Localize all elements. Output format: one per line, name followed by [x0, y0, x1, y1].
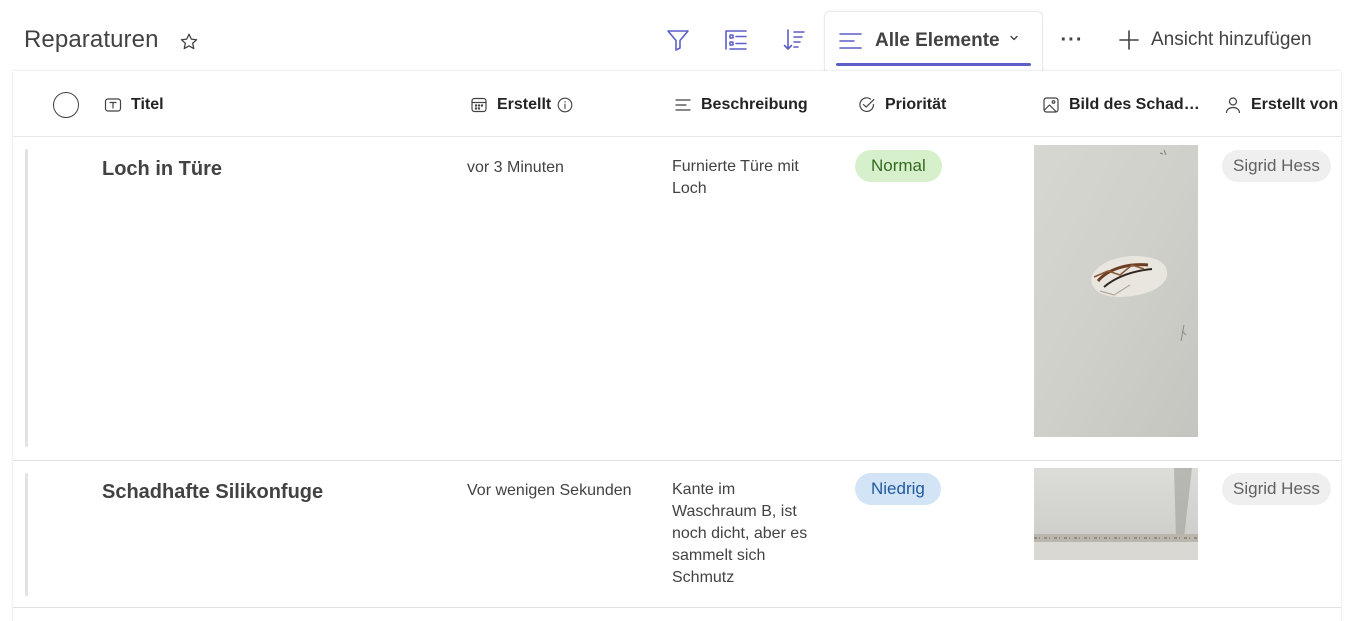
- more-options-button[interactable]: ···: [1058, 26, 1086, 54]
- item-description: Furnierte Türe mit Loch: [672, 158, 799, 197]
- text-field-icon: [104, 98, 122, 112]
- priority-badge: Normal: [855, 150, 942, 182]
- select-all-checkbox[interactable]: [53, 92, 79, 118]
- group-by-icon[interactable]: [722, 26, 750, 54]
- plus-icon: [1119, 30, 1139, 50]
- column-header-erstellt-von[interactable]: Erstellt von: [1224, 95, 1338, 115]
- add-view-label: Ansicht hinzufügen: [1151, 29, 1312, 50]
- column-label: Beschreibung: [701, 96, 808, 113]
- column-label: Titel: [131, 96, 164, 113]
- silicone-joint-photo[interactable]: [1034, 468, 1198, 560]
- row-selection-bar: [25, 473, 28, 596]
- table-row[interactable]: Schadhafte Silikonfuge Vor wenigen Sekun…: [13, 461, 1341, 608]
- column-header-bild[interactable]: Bild des Schad…: [1042, 95, 1200, 115]
- created-by-persona[interactable]: Sigrid Hess: [1222, 473, 1331, 505]
- active-view-indicator: [836, 63, 1031, 66]
- multiline-text-icon: [675, 99, 691, 111]
- info-icon[interactable]: [557, 97, 573, 113]
- sort-icon[interactable]: [780, 26, 808, 54]
- list-title: Reparaturen: [24, 26, 159, 53]
- column-label: Erstellt: [497, 96, 552, 113]
- item-created: Vor wenigen Sekunden: [467, 482, 632, 499]
- item-created: vor 3 Minuten: [467, 159, 564, 176]
- column-header-titel[interactable]: Titel: [104, 95, 164, 115]
- column-header-erstellt[interactable]: Erstellt: [470, 95, 573, 115]
- person-icon: [1225, 97, 1241, 114]
- item-title[interactable]: Loch in Türe: [102, 158, 222, 181]
- column-label: Erstellt von: [1251, 96, 1339, 113]
- column-header-beschreibung[interactable]: Beschreibung: [674, 95, 808, 115]
- priority-badge: Niedrig: [855, 473, 941, 505]
- item-title[interactable]: Schadhafte Silikonfuge: [102, 481, 323, 504]
- view-switcher[interactable]: Alle Elemente: [824, 11, 1043, 71]
- view-name: Alle Elemente: [875, 30, 1000, 51]
- list-header: Reparaturen Alle Elemente ··· Ansicht hi…: [0, 0, 1355, 76]
- star-icon[interactable]: [178, 31, 200, 53]
- column-label: Bild des Schad…: [1069, 96, 1200, 113]
- calendar-icon: [471, 97, 487, 113]
- column-header-prioritaet[interactable]: Priorität: [858, 95, 946, 115]
- created-by-persona[interactable]: Sigrid Hess: [1222, 150, 1331, 182]
- row-selection-bar: [25, 149, 28, 447]
- chevron-down-icon: [1010, 35, 1018, 41]
- add-view-button[interactable]: Ansicht hinzufügen: [1118, 26, 1312, 54]
- filter-icon[interactable]: [664, 26, 692, 54]
- item-description: Kante im Waschraum B, ist noch dicht, ab…: [672, 481, 808, 586]
- table-row[interactable]: Loch in Türe vor 3 Minuten Furnierte Tür…: [13, 137, 1341, 461]
- door-hole-photo[interactable]: [1034, 145, 1198, 437]
- column-label: Priorität: [885, 96, 947, 113]
- table-header: Titel Erstellt Beschreibung Priorität Bi…: [13, 71, 1341, 137]
- list-table: Titel Erstellt Beschreibung Priorität Bi…: [13, 71, 1341, 621]
- choice-check-icon: [859, 97, 875, 113]
- image-icon: [1043, 97, 1059, 113]
- list-view-icon: [839, 33, 862, 49]
